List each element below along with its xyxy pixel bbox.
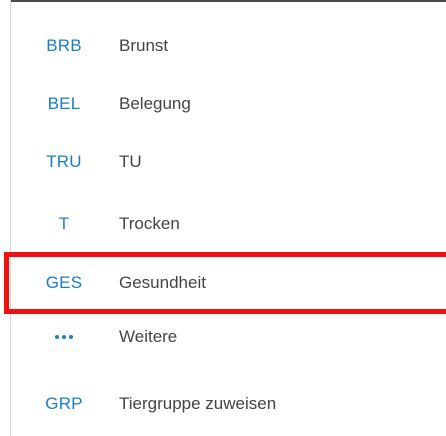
menu-item-tiergruppe-zuweisen[interactable]: GRP Tiergruppe zuweisen [11, 375, 446, 433]
menu-item-tu[interactable]: TRU TU [11, 133, 446, 191]
menu-item-brunst[interactable]: BRB Brunst [11, 17, 446, 75]
menu-item-label: Tiergruppe zuweisen [119, 394, 277, 413]
menu-item-code: BRB [46, 36, 82, 55]
menu-item-gesundheit[interactable]: GES Gesundheit [11, 254, 446, 312]
menu-item-belegung[interactable]: BEL Belegung [11, 75, 446, 133]
menu-item-label: Belegung [119, 94, 191, 113]
menu-item-code: TRU [46, 152, 82, 171]
menu-item-code: BEL [47, 94, 81, 113]
menu-item-trocken[interactable]: T Trocken [11, 195, 446, 253]
menu-item-code: T [58, 214, 70, 233]
menu-item-label: Weitere [119, 327, 178, 346]
menu-item-label: Gesundheit [119, 273, 206, 292]
menu-item-label: TU [119, 152, 142, 171]
menu-item-label: Brunst [119, 36, 169, 55]
top-border [11, 0, 446, 2]
menu-item-code: GES [45, 273, 83, 292]
menu-item-weitere[interactable]: Weitere [11, 308, 446, 366]
more-dots-icon [55, 334, 73, 340]
menu-item-label: Trocken [119, 214, 180, 233]
menu-item-code: GRP [45, 394, 83, 413]
action-menu: BRB Brunst BEL Belegung TRU TU T Trocken… [10, 0, 446, 436]
